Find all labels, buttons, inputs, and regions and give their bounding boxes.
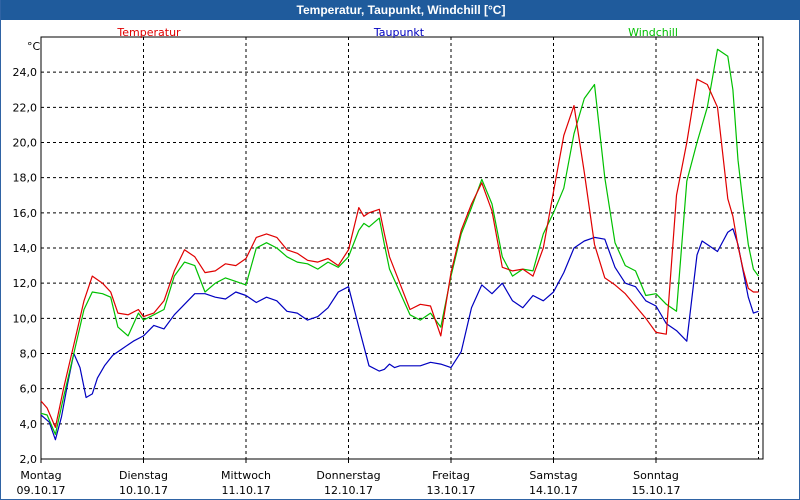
x-tick-day: Dienstag	[119, 469, 168, 482]
legend-windchill: Windchill	[628, 26, 678, 39]
y-axis-labels: 2,0 4,0 6,0 8,0 10,0 12,0 14,0 16,0 18,0 20,0 22,0…	[13, 66, 38, 466]
x-tick-date: 10.10.17	[119, 484, 168, 497]
x-tick-date: 11.10.17	[222, 484, 271, 497]
series-line-taupunkt	[40, 228, 759, 441]
y-tick-label: 8,0	[20, 348, 38, 361]
x-tick-date: 13.10.17	[427, 484, 476, 497]
y-tick-label: 2,0	[20, 453, 38, 466]
x-tick-date: 15.10.17	[632, 484, 681, 497]
y-tick-label: 12,0	[13, 277, 38, 290]
legend-taupunkt: Taupunkt	[373, 26, 425, 39]
series-layer	[40, 48, 759, 441]
y-tick-label: 22,0	[13, 101, 38, 114]
y-tick-label: 14,0	[13, 242, 38, 255]
x-axis-labels: Montag 09.10.17 Dienstag 10.10.17 Mittwoch 11…	[17, 459, 681, 497]
legend-temperatur: Temperatur	[116, 26, 181, 39]
x-tick-day: Sonntag	[633, 469, 679, 482]
x-tick-day: Montag	[20, 469, 61, 482]
y-tick-label: 18,0	[13, 172, 38, 185]
y-tick-label: 4,0	[20, 418, 38, 431]
x-tick-day: Donnerstag	[316, 469, 380, 482]
chart-grid	[41, 37, 763, 459]
x-tick-date: 12.10.17	[324, 484, 373, 497]
y-tick-label: 24,0	[13, 66, 38, 79]
y-tick-label: 16,0	[13, 207, 38, 220]
x-tick-day: Mittwoch	[221, 469, 271, 482]
x-tick-day: Freitag	[432, 469, 470, 482]
series-line-windchill	[40, 48, 759, 435]
chart: 2,0 4,0 6,0 8,0 10,0 12,0 14,0 16,0 18,0 20,0 22,0…	[13, 26, 764, 497]
y-tick-label: 6,0	[20, 383, 38, 396]
x-tick-date: 14.10.17	[529, 484, 578, 497]
x-tick-date: 09.10.17	[17, 484, 66, 497]
y-axis-unit: °C	[27, 40, 41, 53]
x-tick-day: Samstag	[529, 469, 577, 482]
y-tick-label: 20,0	[13, 137, 38, 150]
chart-window: Temperatur, Taupunkt, Windchill [°C] 2,0…	[0, 0, 800, 500]
y-tick-label: 10,0	[13, 312, 38, 325]
series-line-temperatur	[40, 78, 759, 428]
